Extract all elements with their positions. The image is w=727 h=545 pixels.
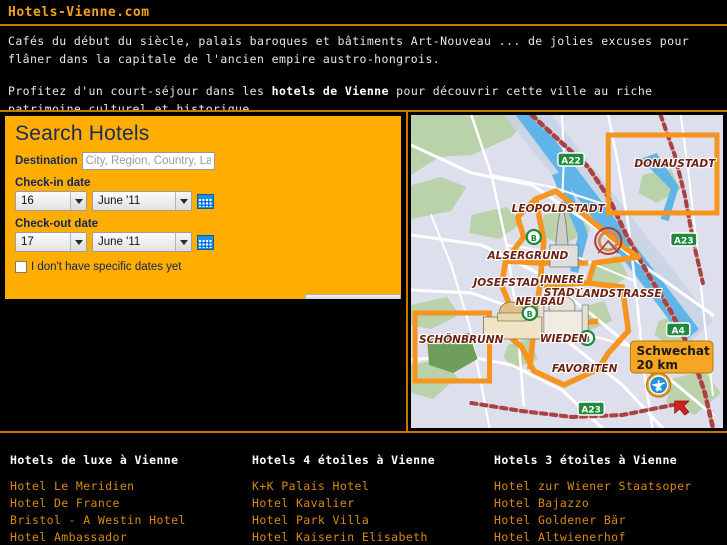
intro-section: Cafés du début du siècle, palais baroque… — [0, 26, 727, 116]
svg-text:INNERE: INNERE — [540, 274, 585, 286]
hotel-link[interactable]: Hotel Altwienerhof — [494, 529, 726, 545]
chevron-down-icon[interactable] — [70, 192, 86, 210]
chevron-down-icon[interactable] — [175, 192, 191, 210]
map-landmark-prater-riesenrad — [594, 227, 623, 255]
listing-heading: Hotels de luxe à Vienne — [10, 453, 179, 467]
search-submit-button[interactable] — [305, 294, 401, 299]
hotel-link[interactable]: Hotel De France — [10, 495, 242, 512]
svg-text:A22: A22 — [561, 157, 581, 167]
svg-text:ALSERGRUND: ALSERGRUND — [486, 250, 568, 262]
hotel-link[interactable]: Hotel Bajazzo — [494, 495, 726, 512]
destination-row: Destination — [15, 152, 401, 170]
search-heading: Search Hotels — [15, 122, 150, 145]
destination-label: Destination — [15, 155, 78, 167]
checkout-month-select[interactable]: June '11 — [92, 232, 192, 252]
map-graphic: B B B A22 A23 A4 A23 LEOPOLDSTADT ALSERG… — [411, 115, 723, 428]
intro-p2-before: Profitez d'un court-séjour dans les — [8, 84, 272, 98]
checkin-month-select[interactable]: June '11 — [92, 191, 192, 211]
checkout-label: Check-out date — [15, 218, 99, 230]
listing-column-4star: Hotels 4 étoiles à Vienne K+K Palais Hot… — [242, 453, 484, 545]
svg-text:A23: A23 — [581, 406, 601, 416]
calendar-icon[interactable] — [197, 234, 214, 250]
svg-text:FAVORITEN: FAVORITEN — [552, 363, 618, 375]
listing-column-luxury: Hotels de luxe à Vienne Hotel Le Meridie… — [0, 453, 242, 545]
svg-text:B: B — [531, 234, 537, 243]
listing-heading: Hotels 4 étoiles à Vienne — [252, 453, 436, 467]
motorway-badge-a4: A4 — [665, 322, 691, 337]
svg-text:A4: A4 — [672, 327, 685, 337]
hotel-search-widget: Search Hotels Destination Check-in date … — [5, 116, 401, 299]
hotel-link[interactable]: Hotel Goldener Bär — [494, 512, 726, 529]
svg-text:LANDSTRASSE: LANDSTRASSE — [576, 288, 662, 300]
airport-distance: 20 km — [636, 358, 678, 372]
intro-paragraph-1: Cafés du début du siècle, palais baroque… — [8, 34, 690, 66]
svg-text:A23: A23 — [674, 237, 694, 247]
svg-text:JOSEFSTADT: JOSEFSTADT — [471, 277, 547, 289]
no-dates-label: I don't have specific dates yet — [31, 261, 182, 273]
motorway-badge-a23-bottom: A23 — [577, 401, 605, 416]
checkout-day-value: 17 — [21, 236, 34, 248]
checkin-row: 16 June '11 — [15, 191, 401, 211]
chevron-down-icon[interactable] — [70, 233, 86, 251]
hotel-listings-footer: Hotels de luxe à Vienne Hotel Le Meridie… — [0, 433, 727, 545]
svg-text:SCHÖNBRUNN: SCHÖNBRUNN — [419, 332, 504, 346]
intro-p2-keyword: hotels de Vienne — [271, 84, 389, 98]
hotel-link[interactable]: Bristol - A Westin Hotel — [10, 512, 242, 529]
hotel-link[interactable]: Hotel Park Villa — [252, 512, 484, 529]
hotel-link[interactable]: K+K Palais Hotel — [252, 478, 484, 495]
hotel-link[interactable]: Hotel Le Meridien — [10, 478, 242, 495]
listing-column-3star: Hotels 3 étoiles à Vienne Hotel zur Wien… — [484, 453, 726, 545]
main-content-band: Search Hotels Destination Check-in date … — [0, 110, 727, 433]
destination-input[interactable] — [81, 152, 215, 170]
checkin-day-value: 16 — [21, 195, 34, 207]
site-title: Hotels-Vienne.com — [8, 4, 150, 20]
svg-text:WIEDEN: WIEDEN — [540, 333, 588, 345]
vienna-districts-map[interactable]: B B B A22 A23 A4 A23 LEOPOLDSTADT ALSERG… — [411, 115, 723, 428]
metro-station-icon: B — [521, 304, 538, 322]
metro-station-icon: B — [525, 228, 542, 246]
map-pane: B B B A22 A23 A4 A23 LEOPOLDSTADT ALSERG… — [408, 112, 727, 431]
chevron-down-icon[interactable] — [175, 233, 191, 251]
checkin-label: Check-in date — [15, 177, 91, 189]
calendar-icon[interactable] — [197, 193, 214, 209]
airport-name: Schwechat — [636, 344, 710, 358]
hotel-link[interactable]: Hotel Kavalier — [252, 495, 484, 512]
hotel-link[interactable]: Hotel Kaiserin Elisabeth — [252, 529, 484, 545]
svg-text:DONAUSTADT: DONAUSTADT — [634, 158, 716, 170]
svg-text:LEOPOLDSTADT: LEOPOLDSTADT — [512, 203, 606, 215]
listing-heading: Hotels 3 étoiles à Vienne — [494, 453, 678, 467]
search-pane: Search Hotels Destination Check-in date … — [0, 112, 408, 431]
svg-text:B: B — [527, 310, 533, 319]
svg-text:NEUBAU: NEUBAU — [516, 296, 565, 308]
site-titlebar: Hotels-Vienne.com — [0, 0, 727, 26]
hotel-link[interactable]: Hotel Ambassador — [10, 529, 242, 545]
no-dates-checkbox[interactable] — [15, 261, 27, 273]
no-dates-row[interactable]: I don't have specific dates yet — [15, 261, 401, 273]
checkin-month-value: June '11 — [98, 195, 141, 207]
motorway-badge-a22: A22 — [557, 152, 585, 167]
checkout-row: 17 June '11 — [15, 232, 401, 252]
checkout-month-value: June '11 — [98, 236, 141, 248]
motorway-badge-a23-top: A23 — [669, 232, 698, 247]
checkout-day-select[interactable]: 17 — [15, 232, 87, 252]
checkin-day-select[interactable]: 16 — [15, 191, 87, 211]
hotel-link[interactable]: Hotel zur Wiener Staatsoper — [494, 478, 726, 495]
